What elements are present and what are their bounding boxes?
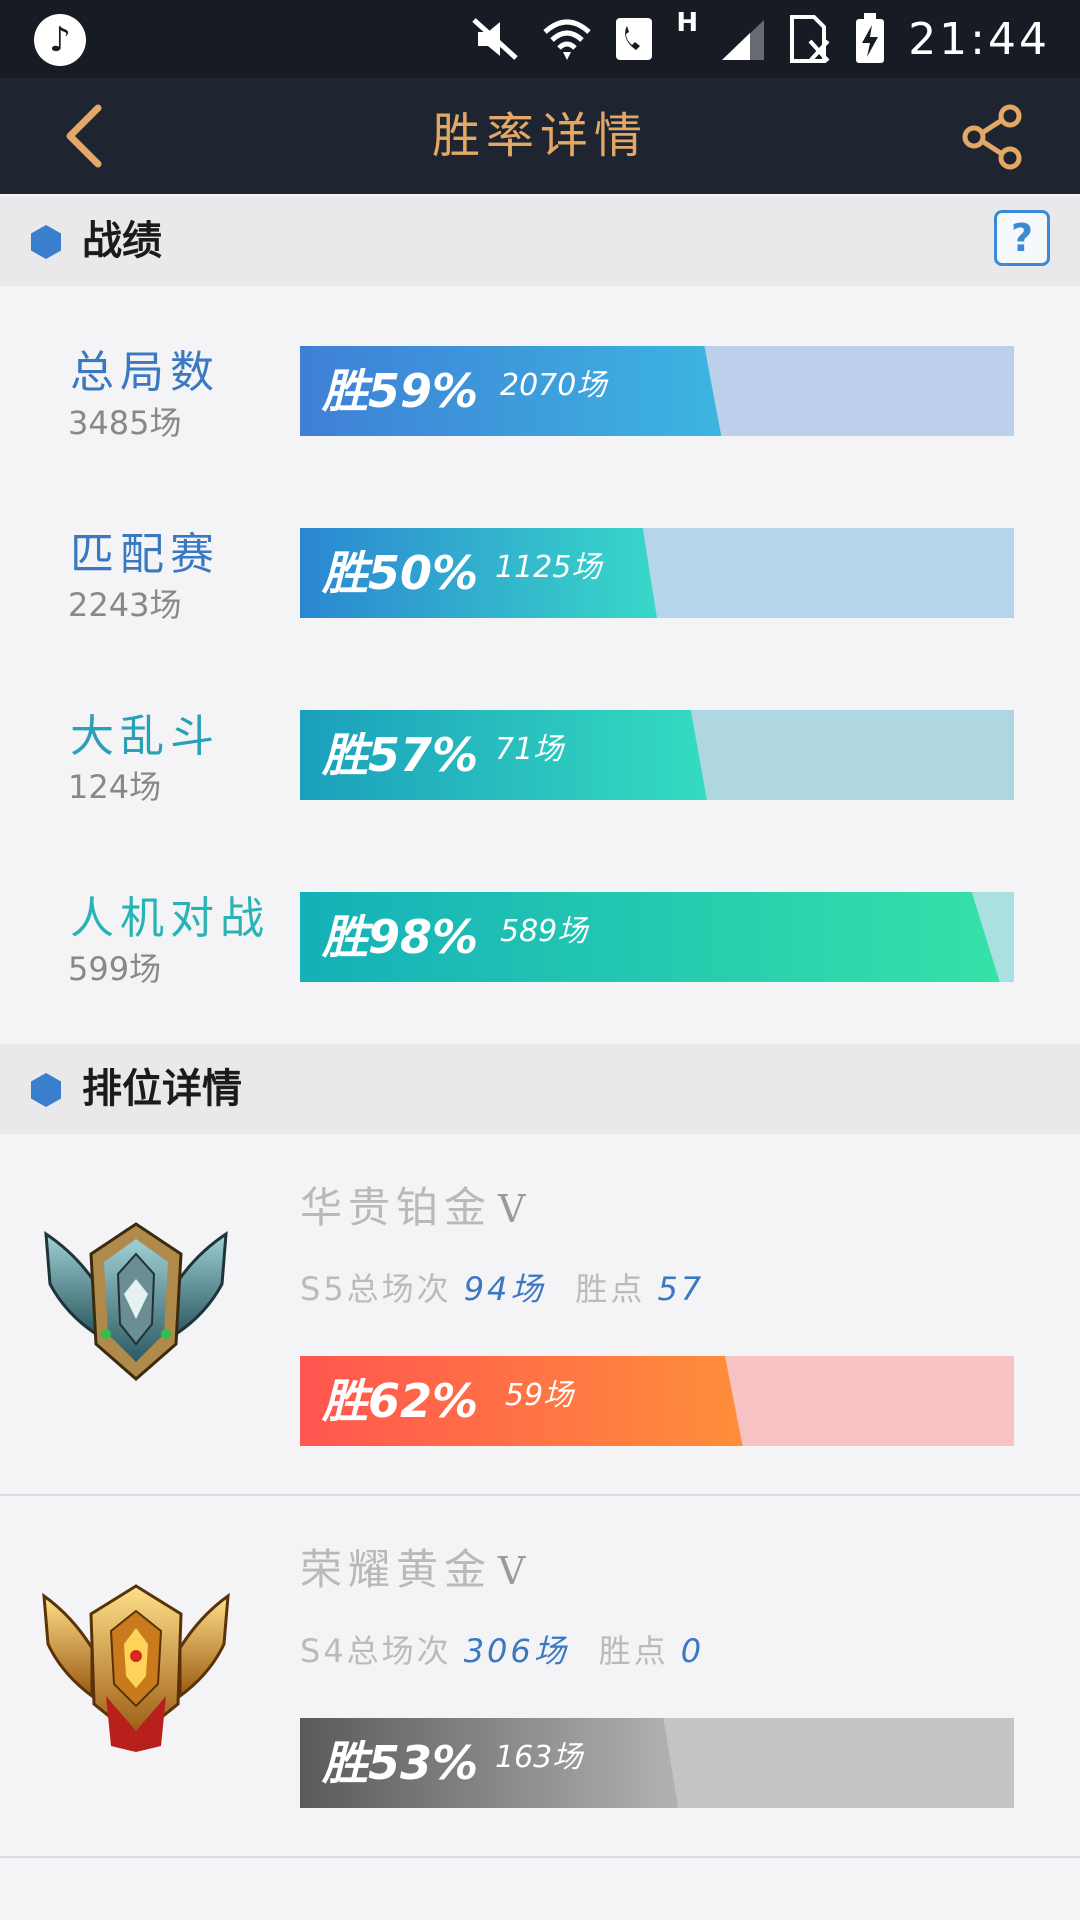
season-summary: S4总场次 306场 胜点 0 (300, 1626, 734, 1672)
battery-charging-icon (856, 13, 885, 63)
no-sim-icon (790, 15, 830, 63)
stat-count: 2243场 (68, 586, 182, 624)
win-rate-bar: 胜98% 589场 (300, 892, 1014, 982)
status-time: 21:44 (908, 13, 1050, 65)
stat-count: 3485场 (68, 404, 182, 442)
help-button[interactable]: ? (994, 210, 1050, 266)
win-rate-label: 胜62% (322, 1374, 479, 1428)
win-rate-bar: 胜59% 2070场 (300, 346, 1014, 436)
win-games-label: 163场 (495, 1740, 583, 1775)
stat-name: 大乱斗 (70, 711, 220, 762)
win-games-label: 1125场 (495, 550, 602, 585)
season-games: 94场 (463, 1270, 546, 1308)
ranked-section-header: 排位详情 (0, 1044, 1080, 1134)
win-games-label: 71场 (495, 732, 564, 767)
stat-row-vs-ai[interactable]: 人机对战 599场 胜98% 589场 (0, 882, 1080, 1022)
page-title: 胜率详情 (431, 108, 648, 164)
season-label: S5总场次 (300, 1270, 452, 1308)
season-games: 306场 (463, 1632, 569, 1670)
win-rate-bar: 胜62% 59场 (300, 1356, 1014, 1446)
win-rate-bar: 胜50% 1125场 (300, 528, 1014, 618)
stat-count: 124场 (68, 768, 162, 806)
rank-tier: V (498, 1549, 526, 1593)
share-icon (962, 104, 1022, 170)
win-games-label: 59场 (505, 1378, 574, 1413)
win-rate-label: 胜57% (322, 728, 479, 782)
win-rate-label: 胜59% (322, 364, 479, 418)
stat-row-total[interactable]: 总局数 3485场 胜59% 2070场 (0, 336, 1080, 476)
rank-title: 荣耀黄金 V (300, 1536, 525, 1597)
points-value: 0 (680, 1632, 705, 1670)
gold-emblem-icon (42, 1584, 230, 1752)
ranked-entry-platinum[interactable]: 华贵铂金 V S5总场次 94场 胜点 57 胜62% 59场 (0, 1134, 1080, 1496)
phone-icon (616, 18, 653, 60)
rank-title: 华贵铂金 V (300, 1174, 525, 1235)
network-type-label: H (676, 8, 699, 38)
points-label: 胜点 (598, 1632, 669, 1670)
wifi-icon (543, 19, 592, 60)
win-rate-label: 胜98% (322, 910, 479, 964)
win-rate-bar: 胜53% 163场 (300, 1718, 1014, 1808)
win-games-label: 589场 (500, 914, 588, 949)
status-icons: H 21:44 (470, 8, 1050, 68)
mute-icon (472, 18, 519, 60)
status-bar: ♪ H 21:44 (0, 0, 1080, 78)
hexagon-bullet-icon (31, 225, 61, 259)
rank-name: 荣耀黄金 (300, 1545, 493, 1594)
stat-name: 总局数 (70, 347, 220, 398)
share-button[interactable] (960, 102, 1030, 172)
stat-count: 599场 (68, 950, 162, 988)
signal-icon (722, 20, 765, 60)
points-label: 胜点 (575, 1270, 646, 1308)
rank-name: 华贵铂金 (300, 1183, 493, 1232)
section-title-ranked: 排位详情 (82, 1066, 242, 1112)
win-rate-label: 胜53% (322, 1736, 479, 1790)
ranked-entry-gold[interactable]: 荣耀黄金 V S4总场次 306场 胜点 0 胜53% 163场 (0, 1496, 1080, 1858)
section-title-record: 战绩 (82, 218, 162, 264)
stat-row-aram[interactable]: 大乱斗 124场 胜57% 71场 (0, 700, 1080, 840)
points-value: 57 (657, 1270, 705, 1308)
season-summary: S5总场次 94场 胜点 57 (300, 1264, 734, 1310)
hexagon-bullet-icon (31, 1073, 61, 1107)
rank-tier: V (498, 1187, 526, 1231)
win-games-label: 2070场 (500, 368, 607, 403)
stat-row-matchmaking[interactable]: 匹配赛 2243场 胜50% 1125场 (0, 518, 1080, 658)
music-app-icon: ♪ (34, 14, 86, 66)
win-rate-bar: 胜57% 71场 (300, 710, 1014, 800)
stat-name: 人机对战 (70, 893, 270, 944)
platinum-emblem-icon (44, 1222, 228, 1381)
season-label: S4总场次 (300, 1632, 452, 1670)
record-section-header: 战绩 ? (0, 196, 1080, 286)
stat-name: 匹配赛 (70, 529, 220, 580)
win-rate-label: 胜50% (322, 546, 479, 600)
title-bar: 胜率详情 (0, 78, 1080, 194)
